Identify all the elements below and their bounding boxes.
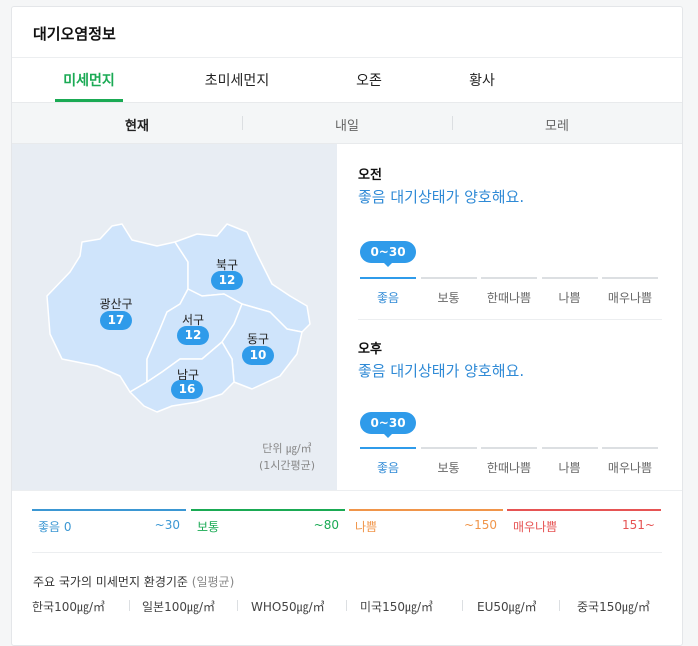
map-unit-note: 단위 ㎍/㎥ (1시간평균) — [259, 440, 315, 474]
morning-level-label: 보통 — [437, 291, 460, 305]
afternoon-level-label: 나쁨 — [558, 461, 581, 475]
tab-yellow-dust[interactable]: 황사 — [457, 70, 507, 90]
morning-range-pill: 0~30 — [360, 241, 416, 267]
afternoon-level-label: 보통 — [437, 461, 460, 475]
standard-korea: 한국100㎍/㎥ — [32, 600, 106, 614]
legend-label: 매우나쁨 — [513, 520, 558, 534]
district-value-nam[interactable]: 16 — [171, 380, 203, 399]
morning-scale-segment — [360, 277, 416, 279]
period-morning-label: 오전 — [358, 168, 382, 183]
afternoon-scale-segment — [360, 447, 416, 449]
afternoon-status-text: 좋음 대기상태가 양호해요. — [358, 362, 525, 380]
afternoon-range-pill: 0~30 — [360, 412, 416, 438]
district-name-gwangsan: 광산구 — [99, 297, 133, 311]
afternoon-scale-segment — [541, 447, 598, 449]
afternoon-level-label: 매우나쁨 — [607, 461, 653, 475]
morning-scale-segment — [602, 277, 658, 279]
district-value-dong[interactable]: 10 — [242, 346, 274, 365]
afternoon-scale-segment — [420, 447, 477, 449]
divider — [358, 319, 662, 320]
legend-bar — [32, 509, 186, 511]
divider — [242, 116, 243, 130]
legend-range: ~30 — [154, 518, 180, 532]
legend-range: ~80 — [313, 518, 339, 532]
district-value-buk[interactable]: 12 — [211, 271, 243, 290]
afternoon-scale-segment — [481, 447, 537, 449]
divider — [462, 600, 463, 611]
legend-good: 좋음 0 ~30 — [32, 509, 186, 535]
district-value-seo[interactable]: 12 — [177, 326, 209, 345]
legend-range: 151~ — [622, 518, 655, 532]
morning-scale-segment — [481, 277, 537, 279]
standard-japan: 일본100㎍/㎥ — [142, 600, 216, 614]
divider — [237, 600, 238, 611]
legend-bar — [349, 509, 503, 511]
legend-normal: 보통 ~80 — [191, 509, 345, 535]
legend-very-bad: 매우나쁨 151~ — [507, 509, 661, 535]
legend-range: ~150 — [464, 518, 497, 532]
day-after-tomorrow[interactable]: 모레 — [487, 115, 627, 134]
legend-bar — [191, 509, 345, 511]
average-period-label: (1시간평균) — [258, 459, 315, 472]
legend-label: 나쁨 — [355, 520, 378, 534]
morning-level-label: 한때나쁨 — [486, 291, 532, 305]
afternoon-level-label: 한때나쁨 — [486, 461, 532, 475]
air-pollution-widget: 대기오염정보 미세먼지 초미세먼지 오존 황사 현재 내일 모레 광산구 17 … — [11, 6, 683, 646]
afternoon-level-label: 좋음 — [376, 461, 400, 475]
pollutant-tabs: 미세먼지 초미세먼지 오존 황사 — [12, 58, 682, 102]
period-afternoon-label: 오후 — [358, 342, 382, 357]
legend-bar — [507, 509, 661, 511]
tab-ozone[interactable]: 오존 — [344, 70, 394, 90]
divider — [559, 600, 560, 611]
legend-label: 보통 — [197, 520, 220, 534]
legend-label: 좋음 0 — [38, 520, 72, 534]
morning-scale-segment — [420, 277, 477, 279]
morning-level-label: 매우나쁨 — [607, 291, 653, 305]
divider — [12, 490, 682, 491]
tab-fine-dust[interactable]: 미세먼지 — [55, 70, 123, 90]
tab-ultrafine-dust[interactable]: 초미세먼지 — [192, 70, 282, 90]
district-map: 광산구 17 북구 12 서구 12 동구 10 남구 16 단위 ㎍/㎥ (1… — [12, 144, 337, 490]
widget-title: 대기오염정보 — [33, 25, 116, 43]
unit-label: 단위 ㎍/㎥ — [262, 442, 312, 455]
divider — [32, 552, 662, 553]
standard-usa: 미국150㎍/㎥ — [360, 600, 434, 614]
standards-subtitle: (일평균) — [191, 575, 235, 589]
day-selector: 현재 내일 모레 — [12, 102, 682, 144]
day-today[interactable]: 현재 — [67, 115, 207, 134]
morning-level-label: 좋음 — [376, 291, 400, 305]
morning-scale-segment — [541, 277, 598, 279]
standard-who: WHO50㎍/㎥ — [251, 600, 325, 614]
day-tomorrow[interactable]: 내일 — [277, 115, 417, 134]
divider — [452, 116, 453, 130]
afternoon-scale-segment — [602, 447, 658, 449]
divider — [346, 600, 347, 611]
morning-level-label: 나쁨 — [558, 291, 581, 305]
divider — [129, 600, 130, 611]
standard-eu: EU50㎍/㎥ — [477, 600, 537, 614]
district-name-dong: 동구 — [246, 332, 270, 346]
standards-title-text: 주요 국가의 미세먼지 환경기준 — [33, 575, 188, 589]
district-value-gwangsan[interactable]: 17 — [100, 311, 132, 330]
morning-status-text: 좋음 대기상태가 양호해요. — [358, 188, 525, 206]
standards-title: 주요 국가의 미세먼지 환경기준 (일평균) — [33, 573, 234, 590]
legend-bad: 나쁨 ~150 — [349, 509, 503, 535]
standard-china: 중국150㎍/㎥ — [577, 600, 651, 614]
